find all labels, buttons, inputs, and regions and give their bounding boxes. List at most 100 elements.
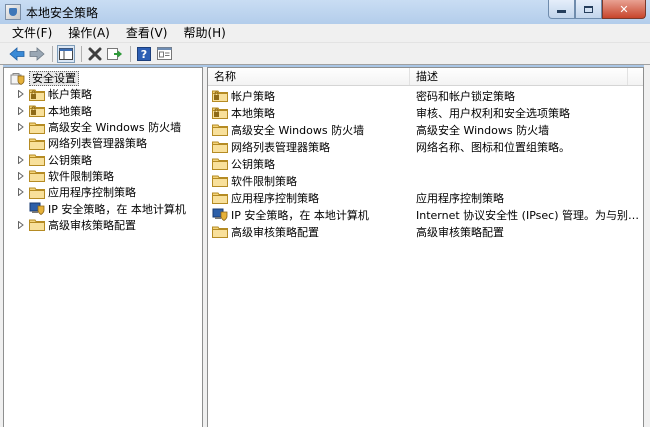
list-item-description: 网络名称、图标和位置组策略。 [416,140,570,154]
tree-pane: 安全设置 帐户策略 本地策略 高级安全 Windows 防火墙 网络列表管理器策… [3,67,203,427]
list-item-name: IP 安全策略，在 本地计算机 [208,207,410,223]
help-icon[interactable]: ? [135,45,153,63]
minimize-icon [557,10,566,13]
list-item-description: 应用程序控制策略 [416,191,504,205]
forward-arrow-icon[interactable] [28,45,46,63]
tree-item-software-restriction[interactable]: 软件限制策略 [4,168,202,184]
expand-arrow-icon[interactable] [16,171,26,181]
tree-item-network-list-manager[interactable]: 网络列表管理器策略 [4,135,202,151]
list-item-description: 高级安全 Windows 防火墙 [416,123,550,137]
ip-security-icon [212,208,228,221]
column-header-description[interactable]: 描述 [410,68,628,85]
tree-item-label: 网络列表管理器策略 [48,137,147,151]
list-item-label: 应用程序控制策略 [231,191,319,205]
folder-icon [212,191,228,204]
folder-lock-icon [212,106,228,119]
expand-arrow-icon[interactable] [16,89,26,99]
title-bar: 本地安全策略 ✕ [0,0,650,24]
list-header: 名称 描述 [208,68,643,86]
tree-item-account-policies[interactable]: 帐户策略 [4,86,202,102]
expand-arrow-icon[interactable] [16,220,26,230]
list-item-name: 网络列表管理器策略 [208,139,410,155]
list-item[interactable]: 网络列表管理器策略 网络名称、图标和位置组策略。 [208,138,643,155]
list-item[interactable]: 应用程序控制策略 应用程序控制策略 [208,189,643,206]
list-item-label: 软件限制策略 [231,174,297,188]
window-controls: ✕ [548,0,646,19]
list-item-name: 公钥策略 [208,156,410,172]
list-item-label: 高级审核策略配置 [231,225,319,239]
frame-right [644,65,650,427]
list-item-label: 公钥策略 [231,157,275,171]
tree-item-label: 软件限制策略 [48,169,114,183]
tree-item-label: IP 安全策略，在 本地计算机 [48,202,186,216]
folder-icon [29,121,45,134]
list-item-label: 高级安全 Windows 防火墙 [231,123,365,137]
toolbar: ? [0,43,650,65]
folder-icon [29,186,45,199]
column-header-name[interactable]: 名称 [208,68,410,85]
expand-arrow-icon[interactable] [16,122,26,132]
list-item-name: 应用程序控制策略 [208,190,410,206]
folder-icon [212,174,228,187]
svg-text:?: ? [141,48,147,61]
ip-security-icon [29,202,45,215]
list-item[interactable]: 公钥策略 [208,155,643,172]
close-icon: ✕ [619,2,629,16]
properties-icon[interactable] [155,45,173,63]
list-item-name: 高级审核策略配置 [208,224,410,240]
folder-icon [29,218,45,232]
list-item-description: Internet 协议安全性 (IPsec) 管理。为与别的... [416,208,640,222]
tree-item-public-key-policies[interactable]: 公钥策略 [4,151,202,167]
menu-bar: 文件(F) 操作(A) 查看(V) 帮助(H) [0,24,650,43]
expander-placeholder [16,204,26,214]
menu-action[interactable]: 操作(A) [60,24,118,43]
tree-item-security-settings[interactable]: 安全设置 [4,70,202,86]
list-item-name: 软件限制策略 [208,173,410,189]
export-list-icon[interactable] [106,45,124,63]
show-hide-tree-icon[interactable] [57,44,75,63]
list-item-label: 网络列表管理器策略 [231,140,330,154]
list-item[interactable]: 高级审核策略配置 高级审核策略配置 [208,223,643,240]
folder-icon [29,153,45,167]
list-item-description: 高级审核策略配置 [416,225,504,239]
folder-icon [212,157,228,170]
expand-arrow-icon[interactable] [16,187,26,197]
tree: 安全设置 帐户策略 本地策略 高级安全 Windows 防火墙 网络列表管理器策… [4,68,202,233]
minimize-button[interactable] [548,0,575,19]
list-item[interactable]: 帐户策略 密码和帐户锁定策略 [208,87,643,104]
close-button[interactable]: ✕ [602,0,646,19]
tree-item-ip-security[interactable]: IP 安全策略，在 本地计算机 [4,200,202,216]
folder-lock-icon [29,88,45,101]
tree-item-windows-firewall[interactable]: 高级安全 Windows 防火墙 [4,119,202,135]
tree-item-label: 帐户策略 [48,88,92,102]
folder-icon [212,140,228,153]
folder-icon [212,123,228,136]
tree-item-local-policies[interactable]: 本地策略 [4,103,202,119]
back-arrow-icon[interactable] [8,45,26,63]
expand-arrow-icon[interactable] [16,106,26,116]
list-item-name: 本地策略 [208,105,410,121]
expand-arrow-icon[interactable] [16,155,26,165]
list-item[interactable]: 本地策略 审核、用户权利和安全选项策略 [208,104,643,121]
maximize-button[interactable] [575,0,602,19]
tree-item-application-control[interactable]: 应用程序控制策略 [4,184,202,200]
menu-help[interactable]: 帮助(H) [175,24,233,43]
delete-icon[interactable] [86,45,104,63]
folder-icon [29,169,45,183]
list-item[interactable]: 软件限制策略 [208,172,643,189]
window-title: 本地安全策略 [26,5,99,20]
folder-icon [29,137,45,150]
toolbar-separator [130,45,131,62]
tree-item-advanced-audit[interactable]: 高级审核策略配置 [4,217,202,233]
list-item-name: 帐户策略 [208,88,410,104]
maximize-icon [584,5,593,13]
tree-item-label: 高级安全 Windows 防火墙 [48,121,182,135]
menu-file[interactable]: 文件(F) [4,24,60,43]
folder-lock-icon [212,89,228,102]
toolbar-separator [52,45,53,62]
list-item[interactable]: 高级安全 Windows 防火墙 高级安全 Windows 防火墙 [208,121,643,138]
menu-view[interactable]: 查看(V) [118,24,176,43]
list-item[interactable]: IP 安全策略，在 本地计算机 Internet 协议安全性 (IPsec) 管… [208,206,643,223]
tree-item-label: 安全设置 [29,70,79,86]
toolbar-separator [81,45,82,62]
